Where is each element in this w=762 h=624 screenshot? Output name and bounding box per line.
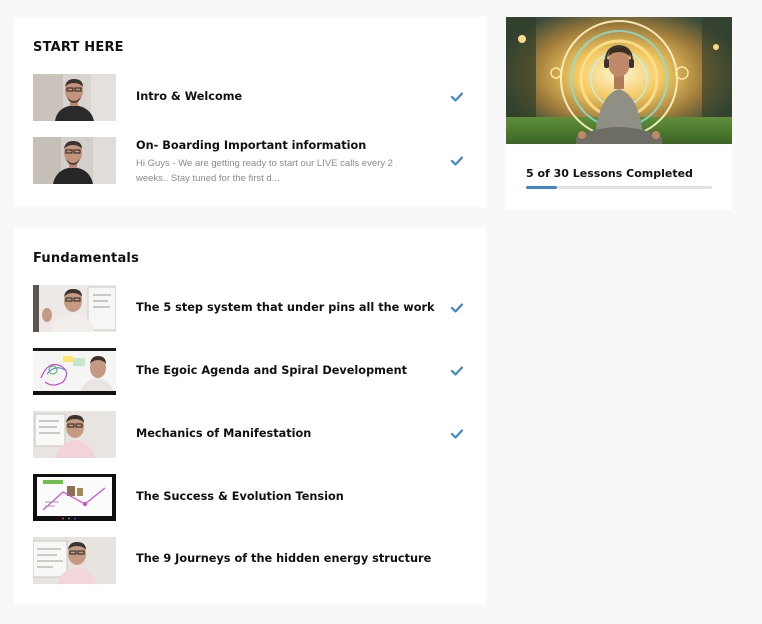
checkmark-icon (451, 429, 463, 441)
lesson-thumbnail[interactable] (33, 411, 116, 458)
checkmark-icon (451, 303, 463, 315)
course-hero-image (506, 17, 732, 144)
checkmark-icon (451, 156, 463, 168)
module-card-start-here: START HERE Intro & Welcome On- Boarding … (14, 17, 486, 207)
lesson-item-mechanics-manifestation[interactable]: Mechanics of Manifestation (33, 411, 473, 459)
lesson-item-onboarding[interactable]: On- Boarding Important information Hi Gu… (33, 137, 473, 185)
lesson-thumbnail[interactable] (33, 74, 116, 121)
lesson-title[interactable]: Intro & Welcome (136, 90, 242, 103)
progress-text: 5 of 30 Lessons Completed (526, 167, 693, 180)
lesson-title[interactable]: Mechanics of Manifestation (136, 427, 311, 440)
module-card-fundamentals: Fundamentals The 5 step system that unde… (14, 228, 486, 604)
lesson-item-5-step-system[interactable]: The 5 step system that under pins all th… (33, 285, 473, 333)
lesson-title[interactable]: The 9 Journeys of the hidden energy stru… (136, 552, 431, 565)
checkmark-icon (451, 92, 463, 104)
lesson-thumbnail[interactable] (33, 537, 116, 584)
lesson-thumbnail[interactable] (33, 137, 116, 184)
lesson-title[interactable]: The 5 step system that under pins all th… (136, 301, 435, 314)
course-progress-card: 5 of 30 Lessons Completed (506, 17, 732, 210)
lesson-item-intro-welcome[interactable]: Intro & Welcome (33, 74, 473, 122)
lesson-title[interactable]: On- Boarding Important information (136, 139, 366, 152)
progress-bar (526, 186, 712, 189)
progress-bar-fill (526, 186, 558, 189)
module-title: START HERE (33, 40, 124, 55)
checkmark-icon (451, 366, 463, 378)
lesson-description: Hi Guys - We are getting ready to start … (136, 158, 393, 184)
module-title: Fundamentals (33, 251, 140, 266)
lesson-thumbnail[interactable] (33, 285, 116, 332)
lesson-item-egoic-agenda[interactable]: The Egoic Agenda and Spiral Development (33, 348, 473, 396)
lesson-thumbnail[interactable] (33, 474, 116, 521)
lesson-item-success-evolution[interactable]: The Success & Evolution Tension (33, 474, 473, 522)
lesson-item-9-journeys[interactable]: The 9 Journeys of the hidden energy stru… (33, 537, 473, 585)
lesson-thumbnail[interactable] (33, 348, 116, 395)
lesson-title[interactable]: The Egoic Agenda and Spiral Development (136, 364, 407, 377)
lesson-title[interactable]: The Success & Evolution Tension (136, 490, 344, 503)
